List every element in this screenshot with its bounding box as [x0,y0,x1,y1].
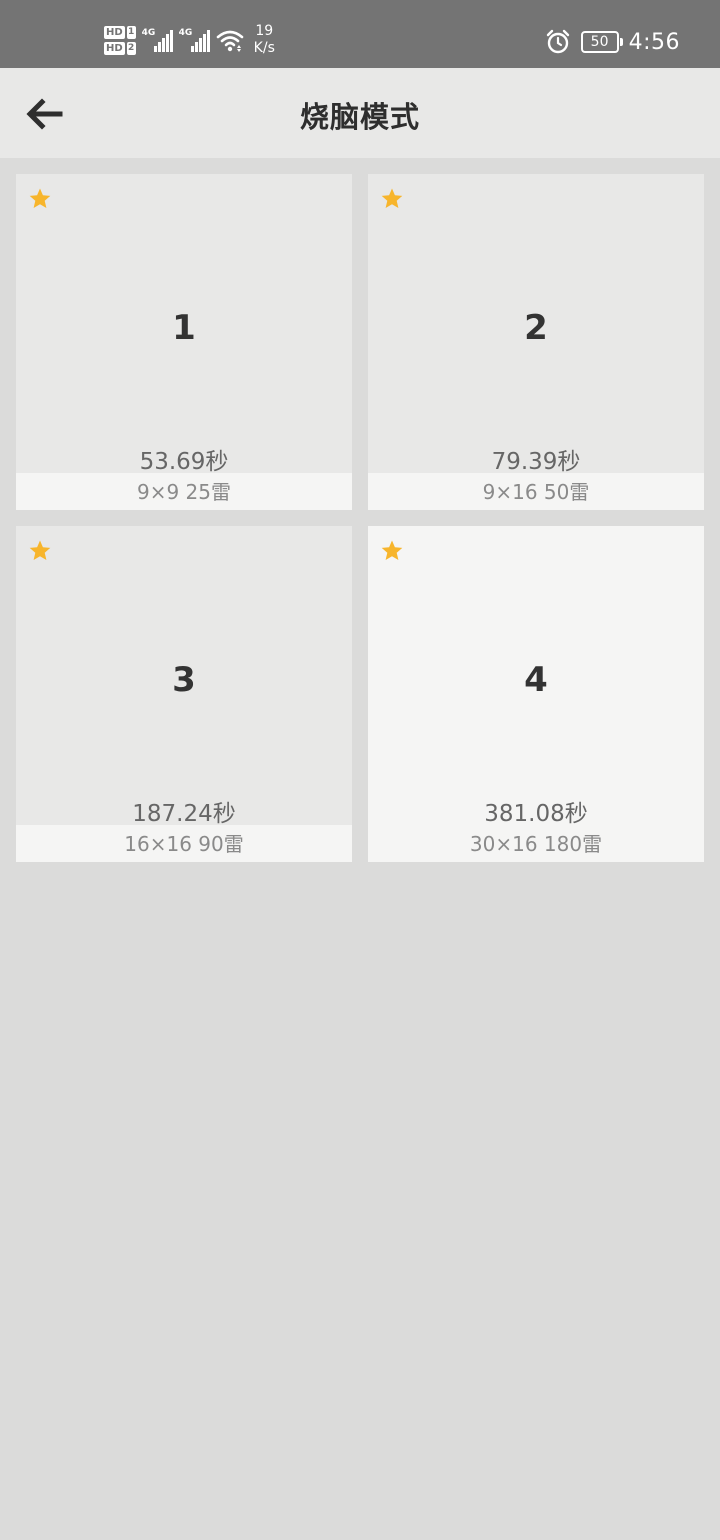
hd-badge-sim1: HD 1 [104,25,136,39]
status-left: HD 1 HD 2 4G 4G 19 K/s [104,18,275,62]
star-icon [29,540,51,560]
hd-indicators: HD 1 HD 2 [104,25,136,55]
star-icon [381,540,403,560]
level-number: 4 [524,660,548,700]
status-bar: HD 1 HD 2 4G 4G 19 K/s 50 4:56 [0,0,720,68]
status-right: 50 4:56 [545,22,680,62]
alarm-icon [546,29,569,54]
best-time: 79.39秒 [491,449,581,475]
best-time: 53.69秒 [139,449,229,475]
hd-label: HD [104,41,125,55]
net-speed: 19 K/s [254,23,275,57]
signal-icon: 4G [179,28,210,52]
best-time: 381.08秒 [484,801,588,827]
board-info: 30×16 180雷 [368,825,704,862]
board-info: 9×16 50雷 [368,473,704,510]
page-title: 烧脑模式 [299,100,420,134]
net-speed-unit: K/s [253,40,275,56]
battery-icon: 50 [580,31,623,53]
level-card-3[interactable]: 3 187.24秒 16×16 90雷 [16,526,352,862]
level-card-4[interactable]: 4 381.08秒 30×16 180雷 [368,526,704,862]
network-type: 4G [141,28,156,38]
hd-badge-sim2: HD 2 [104,41,136,55]
star-icon [29,188,51,208]
signal-icon: 4G [142,28,173,52]
clock: 4:56 [628,29,680,55]
board-info: 9×9 25雷 [16,473,352,510]
level-grid: 1 53.69秒 9×9 25雷 2 79.39秒 9×16 50雷 3 187… [16,174,704,862]
sim-slot: 2 [126,41,136,55]
hd-label: HD [104,25,125,39]
sim-slot: 1 [126,25,136,39]
wifi-icon [216,30,243,52]
best-time: 187.24秒 [132,801,236,827]
network-type: 4G [178,28,193,38]
level-number: 2 [524,308,548,348]
app-bar: 烧脑模式 [0,68,720,158]
level-number: 1 [172,308,196,348]
level-card-2[interactable]: 2 79.39秒 9×16 50雷 [368,174,704,510]
star-icon [381,188,403,208]
level-number: 3 [172,660,196,700]
level-card-1[interactable]: 1 53.69秒 9×9 25雷 [16,174,352,510]
board-info: 16×16 90雷 [16,825,352,862]
net-speed-value: 19 [255,23,274,39]
